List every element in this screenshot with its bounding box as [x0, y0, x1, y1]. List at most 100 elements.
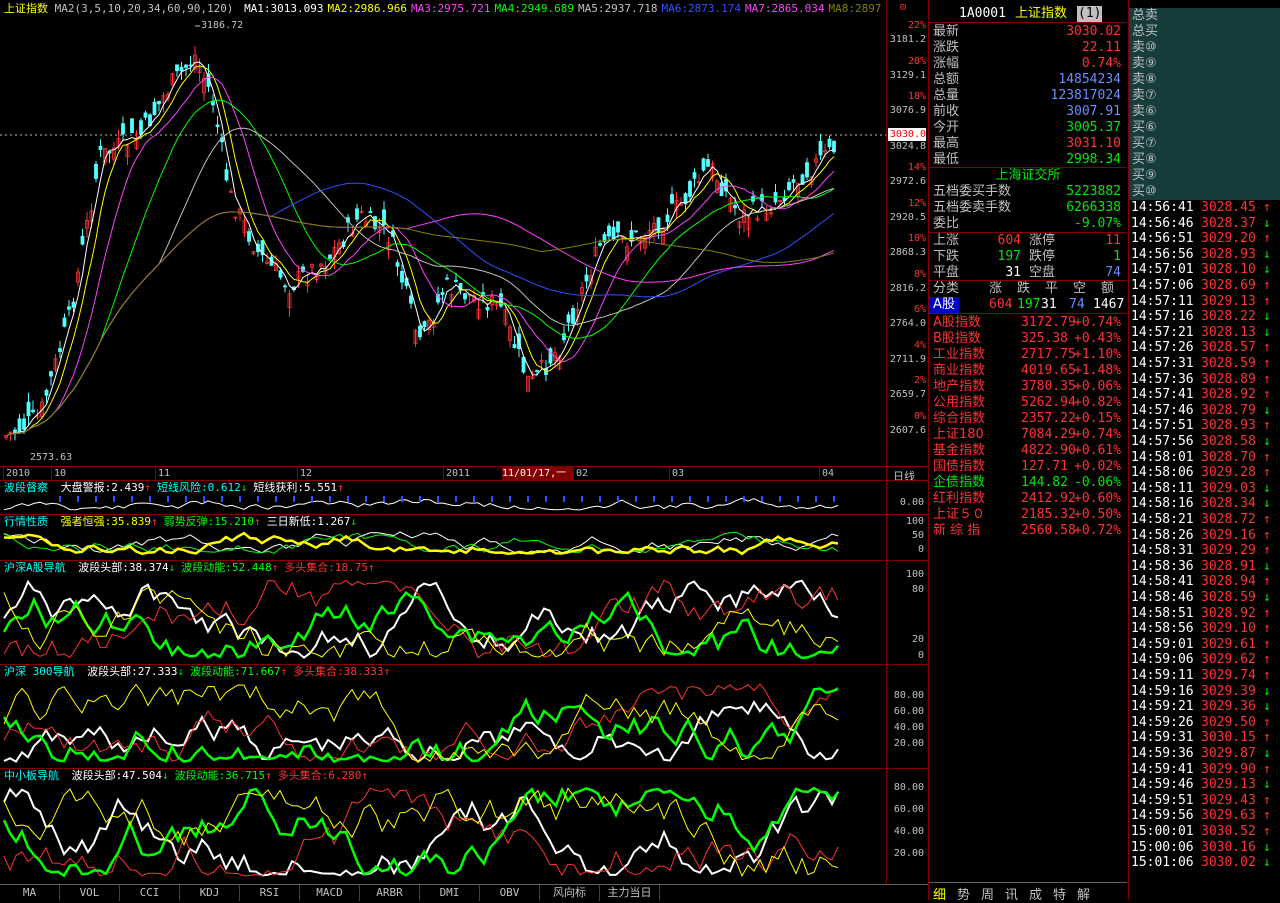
index-row[interactable]: 公用指数 5262.94 +0.82%: [929, 395, 1125, 411]
updown-label: 下跌: [933, 249, 960, 264]
index-row[interactable]: 国债指数 127.71 +0.02%: [929, 459, 1125, 475]
tick-row: 14:58:11 3029.03 ↓: [1129, 481, 1277, 496]
tab-indicator[interactable]: OBV: [480, 885, 540, 901]
stock-badge[interactable]: (1): [1077, 6, 1103, 22]
tick-row: 14:59:16 3029.39 ↓: [1129, 684, 1277, 699]
index-price: 4822.90: [1021, 443, 1076, 458]
tab-indicator[interactable]: 主力当日: [600, 885, 660, 901]
tick-price: 3029.62: [1201, 652, 1256, 668]
index-row[interactable]: 新 综 指 2560.58 +0.72%: [929, 523, 1125, 539]
tab-indicator[interactable]: RSI: [240, 885, 300, 901]
candle: [688, 181, 692, 197]
scroll-gap: [1115, 280, 1125, 880]
quote-tab[interactable]: 周: [981, 884, 994, 903]
quote-row: 最低 2998.34: [929, 152, 1125, 168]
index-row[interactable]: 工业指数 2717.75 +1.10%: [929, 347, 1125, 363]
tick-price: 3028.37: [1201, 215, 1256, 231]
index-row[interactable]: A股指数 3172.79 +0.74%: [929, 315, 1125, 331]
tab-indicator[interactable]: ARBR: [360, 885, 420, 901]
tick-row: 14:57:11 3029.13 ↑: [1129, 294, 1277, 309]
class-col-header: 跌: [1017, 281, 1031, 296]
tick-row: 14:58:31 3029.29 ↑: [1129, 543, 1277, 558]
index-name: 新 综 指: [933, 523, 981, 538]
class-name[interactable]: A股: [929, 297, 959, 313]
tab-indicator[interactable]: CCI: [120, 885, 180, 901]
index-price: 144.82: [1021, 475, 1068, 490]
y-tick-value: 3129.1: [889, 69, 926, 81]
buy-level: 买⑧: [1129, 152, 1280, 168]
tick-time: 15:00:06: [1131, 839, 1194, 855]
quote-label: 总量: [933, 88, 960, 103]
candle: [224, 169, 229, 181]
tab-indicator[interactable]: 风向标: [540, 885, 600, 901]
chart-area[interactable]: 上证指数 MA2(3,5,10,20,34,60,90,120) MA1:301…: [0, 0, 928, 884]
trend-arrow: ↓: [177, 665, 185, 678]
indicator-tabs: MA VOL CCI KDJ RSI MACD ARBR DMI OBV 风向标 主力当日: [0, 884, 928, 901]
index-row[interactable]: 企债指数 144.82 -0.06%: [929, 475, 1125, 491]
tab-indicator[interactable]: KDJ: [180, 885, 240, 901]
index-row[interactable]: 地产指数 3780.35 +0.06%: [929, 379, 1125, 395]
sub5-chart[interactable]: [0, 784, 886, 880]
candle: [98, 145, 103, 150]
quote-tab[interactable]: 解: [1077, 884, 1090, 903]
tick-price: 3029.36: [1201, 699, 1256, 715]
sub3-chart[interactable]: [0, 576, 886, 662]
tick-panel: 总卖 总买 卖⑩ 卖⑨ 卖⑧ 卖⑦ 卖⑥ 买⑥ 买⑦ 买⑧ 买⑨ 买⑩ 14:56:41 3028.45…: [1128, 0, 1280, 900]
tick-time: 14:56:41: [1131, 200, 1194, 215]
quote-tab[interactable]: 成: [1029, 884, 1042, 903]
tab-indicator[interactable]: DMI: [420, 885, 480, 901]
index-row[interactable]: B股指数 325.38 +0.43%: [929, 331, 1125, 347]
candle: [80, 235, 85, 245]
sub4-chart[interactable]: [0, 680, 886, 766]
index-row[interactable]: 上证180 7084.29 +0.74%: [929, 427, 1125, 443]
order-row: 五档委卖手数 6266338: [929, 200, 1125, 216]
quote-value: 3007.91: [1066, 104, 1121, 119]
quote-row: 涨幅 0.74%: [929, 56, 1125, 72]
index-row[interactable]: 商业指数 4019.65 +1.48%: [929, 363, 1125, 379]
index-row[interactable]: 综合指数 2357.22 +0.15%: [929, 411, 1125, 427]
tick-row: 14:57:16 3028.22 ↓: [1129, 309, 1277, 324]
tick-row: 14:58:51 3028.92 ↑: [1129, 606, 1277, 621]
tab-indicator[interactable]: MA: [0, 885, 60, 901]
tick-row: 14:58:41 3028.94 ↑: [1129, 574, 1277, 589]
quote-tab[interactable]: 势: [957, 884, 970, 903]
y-tick-pct: 10%: [907, 233, 926, 244]
candle: [571, 308, 575, 324]
tick-row: 14:56:56 3028.93 ↓: [1129, 247, 1277, 262]
tick-time: 14:59:26: [1131, 714, 1194, 730]
index-name: 国债指数: [933, 459, 986, 474]
index-row[interactable]: 上证５０ 2185.32 +0.50%: [929, 507, 1125, 523]
tick-row: 14:58:21 3028.72 ↑: [1129, 512, 1277, 527]
tick-price: 3029.13: [1201, 293, 1256, 309]
candle: [656, 217, 661, 234]
low-label: 2573.63: [30, 452, 72, 463]
quote-tab[interactable]: 讯: [1005, 884, 1018, 903]
quote-label: 今开: [933, 120, 960, 135]
tick-time: 14:58:16: [1131, 496, 1194, 512]
index-price: 2357.22: [1021, 411, 1076, 426]
sub2-chart[interactable]: [0, 528, 886, 558]
indicator-value: 多头集合:18.75: [284, 561, 368, 574]
tick-price: 3030.52: [1201, 824, 1256, 839]
tab-indicator[interactable]: VOL: [60, 885, 120, 901]
quote-tab[interactable]: 细: [933, 884, 946, 903]
quote-tab[interactable]: 特: [1053, 884, 1066, 903]
class-row[interactable]: A股 604 197 31 74 1467: [929, 297, 1127, 313]
sub3-y-axis: 100 80 20 0: [886, 560, 926, 664]
tick-price: 3028.59: [1201, 590, 1256, 605]
tick-price: 3029.16: [1201, 527, 1256, 543]
tick-time: 14:59:46: [1131, 777, 1194, 793]
index-row[interactable]: 红利指数 2412.92 +0.60%: [929, 491, 1125, 507]
sub1-chart[interactable]: [0, 494, 886, 514]
index-row[interactable]: 基金指数 4822.90 +0.61%: [929, 443, 1125, 459]
tab-indicator[interactable]: MACD: [300, 885, 360, 901]
index-change: +0.74%: [1074, 315, 1121, 330]
order-value: -9.07%: [1074, 216, 1121, 231]
tick-time: 14:57:16: [1131, 309, 1194, 325]
tick-row: 14:58:56 3029.10 ↑: [1129, 621, 1277, 636]
kline-chart[interactable]: 3186.72 2573.63: [0, 16, 886, 466]
index-price: 127.71: [1021, 459, 1068, 474]
candle: [733, 204, 737, 209]
period-label[interactable]: 日线: [893, 468, 915, 484]
y-tick: 0: [917, 544, 924, 555]
